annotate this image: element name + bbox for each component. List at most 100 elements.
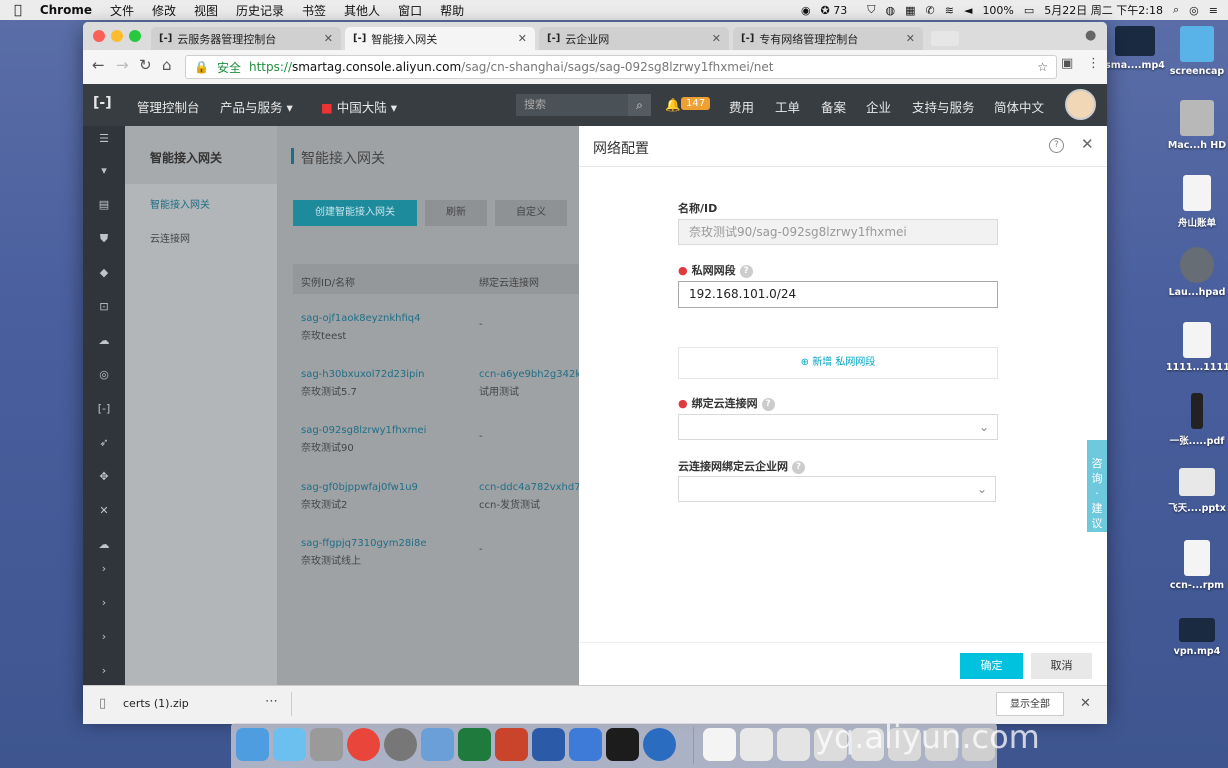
forward-icon[interactable]: → [116,56,129,74]
notification-badge[interactable]: 147 [681,97,711,110]
desktop-icon-vpn-mp4[interactable]: vpn.mp4 [1166,618,1228,657]
tab-smartag[interactable]: [-] 智能接入网关 ✕ [345,27,535,50]
sidebar-item-ccn[interactable]: 云连接网 [150,230,190,245]
help-icon[interactable]: ? [792,460,805,474]
chevron-right-icon[interactable]: › [83,562,125,575]
system-prefs-icon[interactable] [384,728,417,761]
document-icon[interactable] [703,728,736,761]
desktop-icon-sma-mp4[interactable]: sma....mp4 [1104,26,1166,71]
row-ccn[interactable]: ccn-ddc4a782vxhd76 [479,482,579,493]
nav-tickets[interactable]: 工单 [775,97,800,116]
volume-icon[interactable]: ◄ [964,4,972,17]
help-icon[interactable]: ? [761,397,775,411]
menubar-notif-count[interactable]: ✪ 73 [821,4,858,17]
cross-icon[interactable]: ✕ [83,504,125,517]
menu-view[interactable]: 视图 [194,2,218,19]
close-icon[interactable]: ✕ [324,32,333,45]
menu-app-name[interactable]: Chrome [40,3,92,17]
menu-edit[interactable]: 修改 [152,2,176,19]
close-icon[interactable]: ✕ [906,32,915,45]
profile-icon[interactable]: ● [1085,28,1096,43]
tab-cen[interactable]: [-] 云企业网 ✕ [539,27,729,50]
menu-people[interactable]: 其他人 [344,2,380,19]
menu-bookmarks[interactable]: 书签 [302,2,326,19]
row-instance-id[interactable]: sag-ffgpjq7310gym28i8e [301,538,426,549]
more-menu-icon[interactable]: ⋮ [1087,56,1100,71]
network-icon[interactable]: ⊡ [83,300,125,313]
preview-icon[interactable] [310,728,343,761]
chevron-right-icon[interactable]: › [83,664,125,677]
apple-icon[interactable]:  [14,3,22,18]
download-file-name[interactable]: certs (1).zip [123,697,189,710]
new-tab-button[interactable] [931,31,959,46]
tab-vpc[interactable]: [-] 专有网络管理控制台 ✕ [733,27,923,50]
quicktime-icon[interactable] [643,728,676,761]
shield-icon[interactable]: ⛊ [83,232,125,246]
nav-enterprise[interactable]: 企业 [866,97,891,116]
desktop-icon-1111[interactable]: 1111...11111 [1166,322,1228,373]
shield-icon[interactable] [569,728,602,761]
close-icon[interactable]: ✕ [1081,135,1094,153]
document-icon[interactable] [777,728,810,761]
finder-icon[interactable] [236,728,269,761]
ccn-select[interactable]: ⌄ [678,414,998,440]
cloud-upload-icon[interactable]: ☁ [83,538,125,551]
word-icon[interactable] [532,728,565,761]
desktop-icon-pptx[interactable]: 飞天....pptx [1166,468,1228,514]
cloud-icon[interactable]: ☁ [83,334,125,347]
excel-icon[interactable] [458,728,491,761]
document-icon[interactable] [740,728,773,761]
back-icon[interactable]: ← [92,56,105,74]
tab-ecs-console[interactable]: [-] 云服务器管理控制台 ✕ [151,27,341,50]
rocket-icon[interactable]: ➶ [83,436,125,449]
url-field[interactable]: 🔒 安全 https:// smartag.console.aliyun.com… [185,55,1057,79]
chevron-down-icon[interactable]: ▾ [83,164,125,177]
nav-icp[interactable]: 备案 [821,97,846,116]
siri-icon[interactable]: ◎ [1189,4,1199,17]
add-cidr-button[interactable]: ⊕ 新增 私网网段 [678,347,998,379]
battery-text[interactable]: 100% [982,4,1013,17]
extension-icon[interactable]: ▣ [1061,56,1073,71]
close-icon[interactable]: ✕ [518,32,527,45]
nav-language[interactable]: 简体中文 [994,97,1044,116]
chrome-icon[interactable] [347,728,380,761]
search-icon[interactable]: ⌕ [628,94,651,116]
grid-icon[interactable]: ▦ [905,4,915,17]
desktop-icon-launchpad[interactable]: Lau...hpad [1166,247,1228,298]
cidr-input[interactable]: 192.168.101.0/24 [678,281,998,308]
datetime[interactable]: 5月22日 周二 下午2:18 [1044,2,1163,18]
menu-history[interactable]: 历史记录 [236,2,284,19]
cube-icon[interactable]: ◆ [83,266,125,279]
menu-file[interactable]: 文件 [110,2,134,19]
desktop-icon-zhoushan[interactable]: 舟山账单 [1166,175,1228,229]
bell-icon[interactable]: 🔔 [665,97,681,113]
help-icon[interactable]: ? [1049,138,1064,153]
shield-icon[interactable]: ⛉ [867,3,875,17]
home-icon[interactable]: ⌂ [162,56,172,74]
chevron-right-icon[interactable]: › [83,596,125,609]
smartag-icon[interactable]: [-] [83,402,125,415]
menu-window[interactable]: 窗口 [398,2,422,19]
photos-icon[interactable] [421,728,454,761]
confirm-button[interactable]: 确定 [960,653,1023,679]
refresh-button[interactable]: 刷新 [425,200,487,226]
spotlight-icon[interactable]: ⌕ [1173,3,1179,17]
record-icon[interactable]: ◉ [801,4,811,17]
ecs-icon[interactable]: ▤ [83,198,125,211]
powerpoint-icon[interactable] [495,728,528,761]
zoom-window-button[interactable] [129,30,141,42]
row-ccn[interactable]: ccn-a6ye9bh2g342kv [479,369,579,380]
nav-products[interactable]: 产品与服务 ▾ [220,97,293,116]
desktop-icon-screencap[interactable]: screencap [1166,26,1228,77]
wechat-icon[interactable]: ◍ [886,4,896,17]
battery-icon[interactable]: ▭ [1024,4,1034,17]
move-icon[interactable]: ✥ [83,470,125,483]
nav-region[interactable]: ■ 中国大陆 ▾ [321,97,397,116]
menu-toggle-icon[interactable]: ☰ [83,132,125,145]
avatar[interactable] [1065,89,1096,120]
send-icon[interactable] [273,728,306,761]
terminal-icon[interactable] [606,728,639,761]
desktop-icon-mac-hd[interactable]: Mac...h HD [1166,100,1228,151]
customize-button[interactable]: 自定义 [495,200,567,226]
close-icon[interactable]: ✕ [1080,696,1091,711]
